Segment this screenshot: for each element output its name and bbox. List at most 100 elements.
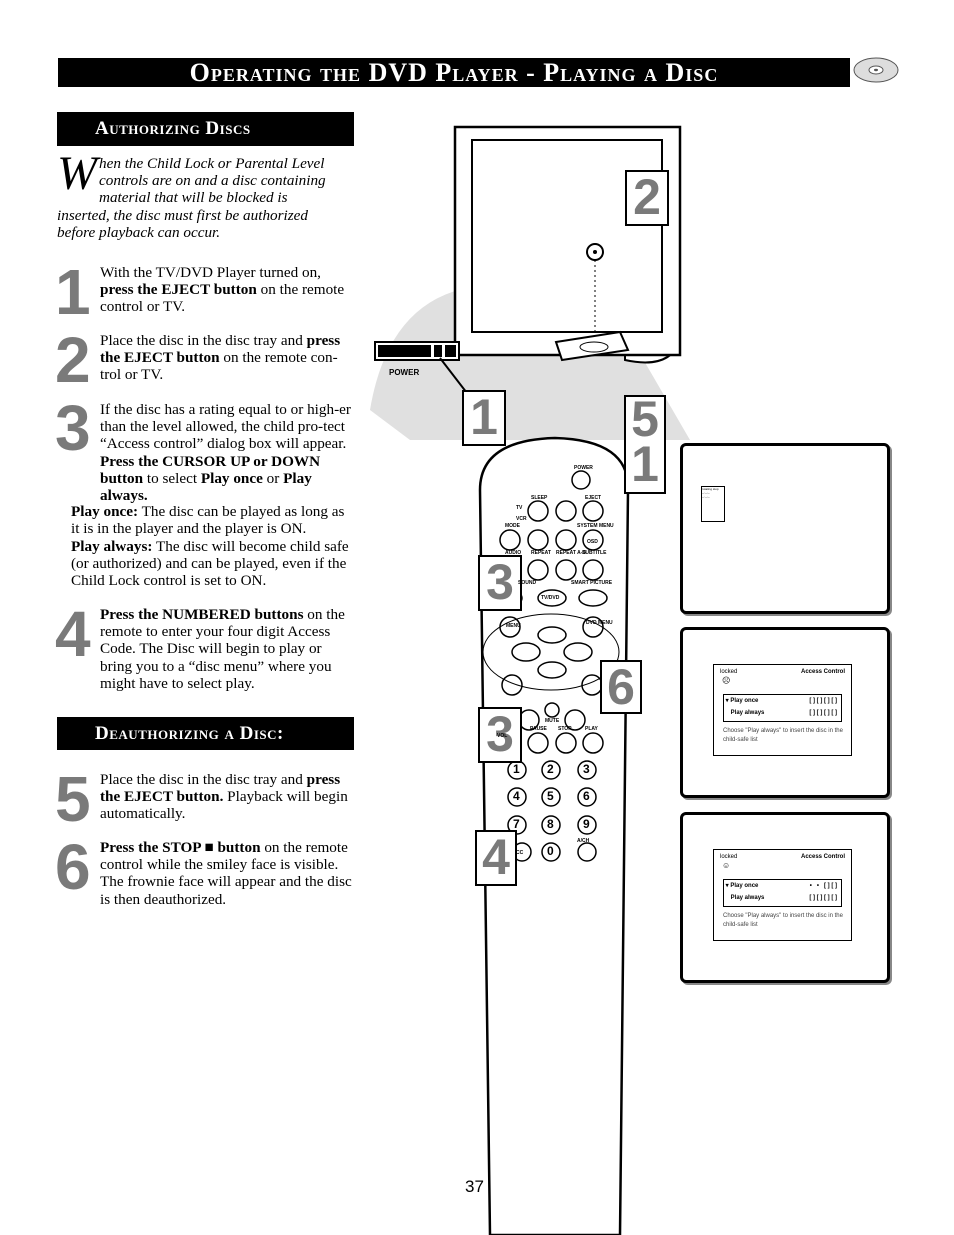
dialog-title: Access Control — [800, 854, 845, 860]
code-slots: • • [ ] [ ] — [809, 883, 837, 889]
step-text: If the disc has a rating equal to or hig… — [100, 401, 351, 453]
callout-4: 4 — [475, 830, 517, 886]
sleep-button[interactable] — [527, 500, 549, 522]
step-text: to select — [143, 469, 201, 487]
step-number: 5 — [55, 763, 91, 835]
callout-3: 3 — [478, 555, 522, 611]
remote-label: TV — [516, 505, 523, 511]
step-text: Place the disc in the disc tray and — [100, 332, 307, 349]
option-label: Play always — [730, 895, 765, 901]
option-play-once[interactable]: ▾ Play once[ ] [ ] [ ] [ ] — [724, 695, 841, 707]
emphasis-text: Press the STOP ■ button — [100, 839, 261, 856]
intro-text: When the Child Lock or Parental Level co… — [57, 150, 342, 241]
remote-label: CC — [516, 850, 524, 856]
mode-button[interactable] — [499, 529, 521, 551]
time-row: --:--:-- — [702, 495, 710, 499]
remote-label: EJECT — [585, 495, 602, 501]
option-label: Play once — [730, 883, 759, 889]
repeat-ab-button[interactable] — [555, 559, 577, 581]
access-control-screen-2: locked ☺ Access Control ▾ Play once • • [… — [680, 812, 890, 983]
remote-label: SYSTEM MENU — [577, 523, 614, 529]
remote-label: SOUND — [518, 580, 537, 586]
intro-body: hen the Child Lock or Parental Level con… — [57, 155, 326, 241]
remote-label: AUDIO — [505, 550, 522, 556]
remote-label: OSD — [587, 539, 598, 545]
step-text: With the TV/DVD Player turned on, — [100, 264, 321, 281]
callout-1: 1 — [462, 390, 506, 446]
emphasis-text: Play once — [200, 469, 263, 487]
step-number: 3 — [55, 392, 91, 464]
step-number: 4 — [55, 598, 91, 670]
hint-text: Choose "Play always" to insert the disc … — [723, 913, 843, 928]
note-play-once: Play once: The disc can be played as lon… — [71, 503, 355, 537]
remote-label: POWER — [574, 465, 593, 471]
remote-label: STOP — [558, 726, 572, 732]
step-5-text: Place the disc in the disc tray and pres… — [100, 771, 352, 823]
digit-label: 1 — [513, 762, 520, 776]
digit-label: 6 — [583, 789, 590, 803]
status-screen: rotating stop --:--:-- --:--:-- — [680, 443, 890, 614]
cursor-down-button[interactable] — [537, 661, 567, 679]
remote-label: SMART PICTURE — [571, 580, 613, 586]
step-number: 2 — [55, 324, 91, 396]
smile-button[interactable] — [527, 529, 549, 551]
code-slots: [ ] [ ] [ ] [ ] — [809, 710, 837, 716]
step-number: 6 — [55, 831, 91, 903]
remote-label: SUBTITLE — [582, 550, 607, 556]
option-play-always[interactable]: Play always [ ] [ ] [ ] [ ] — [724, 707, 841, 719]
smart-picture-button[interactable] — [578, 589, 608, 607]
remote-label: VCR — [516, 516, 527, 522]
callout-6: 6 — [600, 660, 642, 714]
remote-label: DVD MENU — [586, 620, 613, 626]
stop-button[interactable] — [555, 732, 577, 754]
cursor-left-button[interactable] — [511, 642, 541, 662]
callout-1: 1 — [631, 436, 659, 492]
digit-label: 3 — [583, 762, 590, 776]
note-label: Play always: — [71, 538, 153, 555]
remote-label: PAUSE — [530, 726, 547, 732]
callout-2: 2 — [625, 170, 669, 226]
section-heading-deauthorizing: Deauthorizing a Disc: — [57, 717, 354, 750]
stop-label: stop — [712, 487, 719, 491]
digit-label: 9 — [583, 817, 590, 831]
subtitle-button[interactable] — [582, 559, 604, 581]
mute-button[interactable] — [544, 702, 560, 718]
remote-label: MODE — [505, 523, 520, 529]
option-play-always[interactable]: Play always [ ] [ ] [ ] [ ] — [724, 892, 841, 904]
repeat-button[interactable] — [527, 559, 549, 581]
locked-label: locked — [720, 669, 738, 675]
power-button[interactable] — [571, 470, 591, 490]
remote-label: TV/DVD — [541, 595, 560, 601]
frown-face-icon: ☹ — [722, 676, 731, 685]
note-label: Play once: — [71, 503, 139, 520]
remote-label: MENU — [506, 623, 521, 629]
remote-label: PLAY — [585, 726, 598, 732]
option-label: Play always — [730, 710, 765, 716]
pause-button[interactable] — [527, 732, 549, 754]
power-label: POWER — [389, 368, 420, 377]
step-text: Place the disc in the disc tray and — [100, 771, 307, 788]
access-control-screen-1: locked ☹ Access Control ▾ Play once[ ] [… — [680, 627, 890, 798]
disc-icon — [853, 57, 899, 83]
frown-button[interactable] — [555, 529, 577, 551]
format-button[interactable] — [555, 500, 577, 522]
eject-button[interactable] — [582, 500, 604, 522]
manual-page: Operating the DVD Player - Playing a Dis… — [0, 0, 954, 1235]
smile-face-icon: ☺ — [722, 861, 731, 870]
code-slots: [ ] [ ] [ ] [ ] — [809, 895, 837, 901]
step-1-text: With the TV/DVD Player turned on, press … — [100, 264, 352, 316]
ach-button[interactable] — [577, 842, 597, 862]
note-play-always: Play always: The disc will become child … — [71, 538, 355, 590]
dialog-title: Access Control — [800, 669, 845, 675]
cursor-right-button[interactable] — [563, 642, 593, 662]
section-heading-authorizing: Authorizing Discs — [57, 112, 354, 146]
options-box: ▾ Play once[ ] [ ] [ ] [ ] Play always[ … — [723, 694, 842, 722]
option-play-once[interactable]: ▾ Play once • • [ ] [ ] — [724, 880, 841, 892]
play-button[interactable] — [582, 732, 604, 754]
code-slots: [ ] [ ] [ ] [ ] — [809, 698, 837, 704]
callout-5-1: 51 — [624, 394, 666, 494]
cursor-up-button[interactable] — [537, 626, 567, 644]
option-label: Play once — [730, 698, 759, 704]
vol-up-button[interactable] — [501, 674, 523, 696]
step-number: 1 — [55, 256, 91, 328]
